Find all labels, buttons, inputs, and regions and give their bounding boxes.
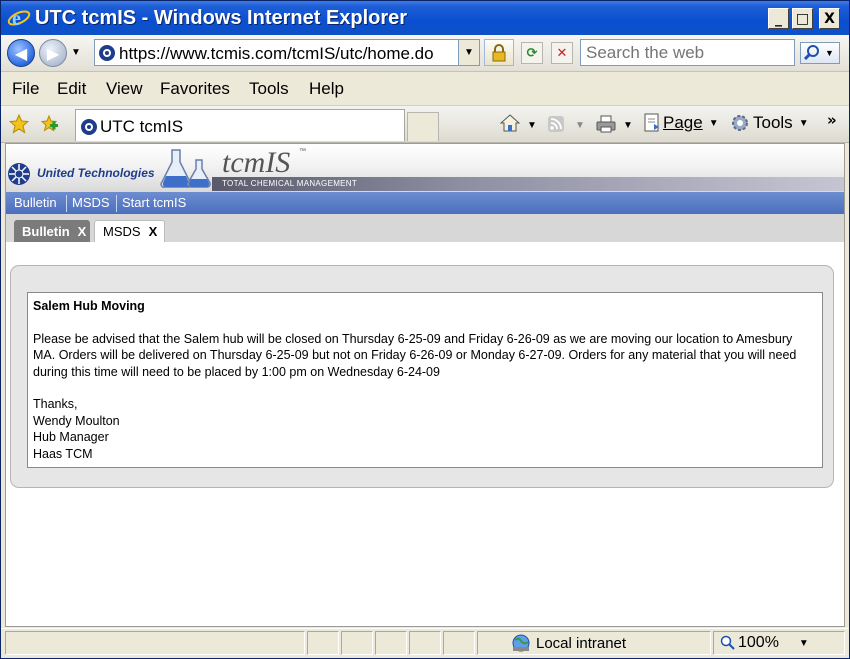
forward-button[interactable]: ▶ [39,39,67,67]
page-menu-label: Page [663,113,703,132]
bulletin-panel: Salem Hub Moving Please be advised that … [10,265,834,488]
feeds-dropdown-icon[interactable]: ▼ [575,120,585,131]
security-lock-icon[interactable] [484,39,514,66]
address-field[interactable]: https://www.tcmis.com/tcmIS/utc/home.do … [94,39,480,66]
favorites-star-icon[interactable] [9,114,29,134]
page-dropdown-icon: ▼ [708,117,719,129]
tools-menu-label: Tools [753,113,793,132]
notice-signoff-name: Wendy Moulton [33,413,120,428]
new-tab-button[interactable] [407,112,439,141]
search-box[interactable] [580,39,795,66]
app-nav: Bulletin MSDS Start tcmIS [6,192,844,214]
search-options-dropdown-icon[interactable]: ▼ [825,48,834,58]
minimize-button[interactable]: _ [768,8,789,29]
menu-bar: File Edit View Favorites Tools Help [1,72,849,106]
notice-signoff-line: Thanks, [33,397,78,411]
tab-command-bar: UTC tcmIS ▼ ▼ ▼ Page ▼ Tools ▼ » [1,106,849,143]
back-button[interactable]: ◀ [7,39,35,67]
add-to-favorites-icon[interactable] [39,114,59,134]
tab-title: UTC tcmIS [100,117,184,136]
tab-msds[interactable]: MSDS X [94,220,165,242]
status-cell [409,631,441,655]
flasks-icon [160,149,211,188]
close-tab-bulletin-icon[interactable]: X [78,224,87,239]
zoom-icon [720,635,735,650]
site-favicon-icon [99,45,115,61]
maximize-button[interactable]: □ [792,8,813,29]
title-bar[interactable]: e UTC tcmIS - Windows Internet Explorer … [1,1,849,35]
nav-bulletin[interactable]: Bulletin [14,195,57,210]
menu-edit[interactable]: Edit [57,79,86,99]
recent-pages-dropdown-icon[interactable]: ▼ [71,47,81,58]
notice-body: Please be advised that the Salem hub wil… [33,331,797,379]
url-text[interactable]: https://www.tcmis.com/tcmIS/utc/home.do [119,44,451,64]
search-icon [803,45,819,61]
feeds-icon[interactable] [547,115,565,133]
address-dropdown-icon[interactable]: ▼ [458,40,479,65]
security-zone[interactable]: Local intranet [477,631,711,655]
home-dropdown-icon[interactable]: ▼ [527,120,537,131]
close-button[interactable]: X [819,8,840,29]
gear-icon [732,115,748,131]
close-tab-msds-icon[interactable]: X [149,224,158,239]
tab-bulletin[interactable]: Bulletin X [14,220,90,242]
window-title: UTC tcmIS - Windows Internet Explorer [35,7,408,29]
status-cell [341,631,373,655]
search-input[interactable] [584,41,793,65]
page-content: TOTAL CHEMICAL MANAGEMENT United Technol… [5,143,845,627]
notice-signoff-company: Haas TCM [33,446,93,461]
page-icon [644,113,659,132]
print-icon[interactable] [595,114,617,134]
utc-logo-icon [8,163,30,185]
tab-favicon-icon [81,119,97,135]
status-text-cell [5,631,305,655]
print-dropdown-icon[interactable]: ▼ [623,120,633,131]
banner-strip: TOTAL CHEMICAL MANAGEMENT [212,177,844,191]
status-cell [443,631,475,655]
search-button[interactable]: ▼ [800,42,840,64]
nav-start-tcmis[interactable]: Start tcmIS [122,195,186,210]
zoom-control[interactable]: 100% ▼ [713,631,845,655]
trademark-mark: ™ [299,148,306,155]
bulletin-notice: Salem Hub Moving Please be advised that … [27,292,823,468]
address-toolbar: ◀ ▶ ▼ https://www.tcmis.com/tcmIS/utc/ho… [1,35,849,72]
intranet-globe-icon [512,634,530,652]
zoom-level: 100% [738,634,779,651]
company-name: United Technologies [37,166,155,180]
nav-msds[interactable]: MSDS [72,195,110,210]
app-banner: TOTAL CHEMICAL MANAGEMENT United Technol… [6,144,844,192]
zone-label: Local intranet [536,634,627,652]
tools-dropdown-icon: ▼ [798,117,809,129]
tools-menu-button[interactable]: Tools ▼ [730,113,809,133]
chevron-right-icon[interactable]: » [827,111,837,129]
tab-msds-label: MSDS [103,224,141,239]
browser-window: e UTC tcmIS - Windows Internet Explorer … [0,0,850,659]
menu-tools[interactable]: Tools [249,79,289,99]
nav-separator [66,195,67,212]
home-icon[interactable] [500,113,520,133]
refresh-icon[interactable]: ⟳ [521,42,543,64]
page-menu-button[interactable]: Page ▼ [643,113,719,133]
stop-icon[interactable]: ✕ [551,42,573,64]
status-cell [375,631,407,655]
banner-tagline: TOTAL CHEMICAL MANAGEMENT [222,179,358,188]
menu-file[interactable]: File [12,79,39,99]
app-tabs: Bulletin X MSDS X [6,214,844,242]
notice-title: Salem Hub Moving [33,299,145,313]
browser-tab[interactable]: UTC tcmIS [75,109,405,141]
nav-separator [116,195,117,212]
tcmis-logo: tcmIS [222,146,291,179]
zoom-dropdown-icon[interactable]: ▼ [799,638,809,649]
status-cell [307,631,339,655]
menu-help[interactable]: Help [309,79,344,99]
status-bar: Local intranet 100% ▼ [1,628,849,658]
menu-favorites[interactable]: Favorites [160,79,230,99]
notice-signoff-role: Hub Manager [33,430,109,444]
menu-view[interactable]: View [106,79,143,99]
tab-bulletin-label: Bulletin [22,223,70,239]
svg-text:e: e [12,8,21,30]
ie-logo-icon: e [7,8,31,30]
